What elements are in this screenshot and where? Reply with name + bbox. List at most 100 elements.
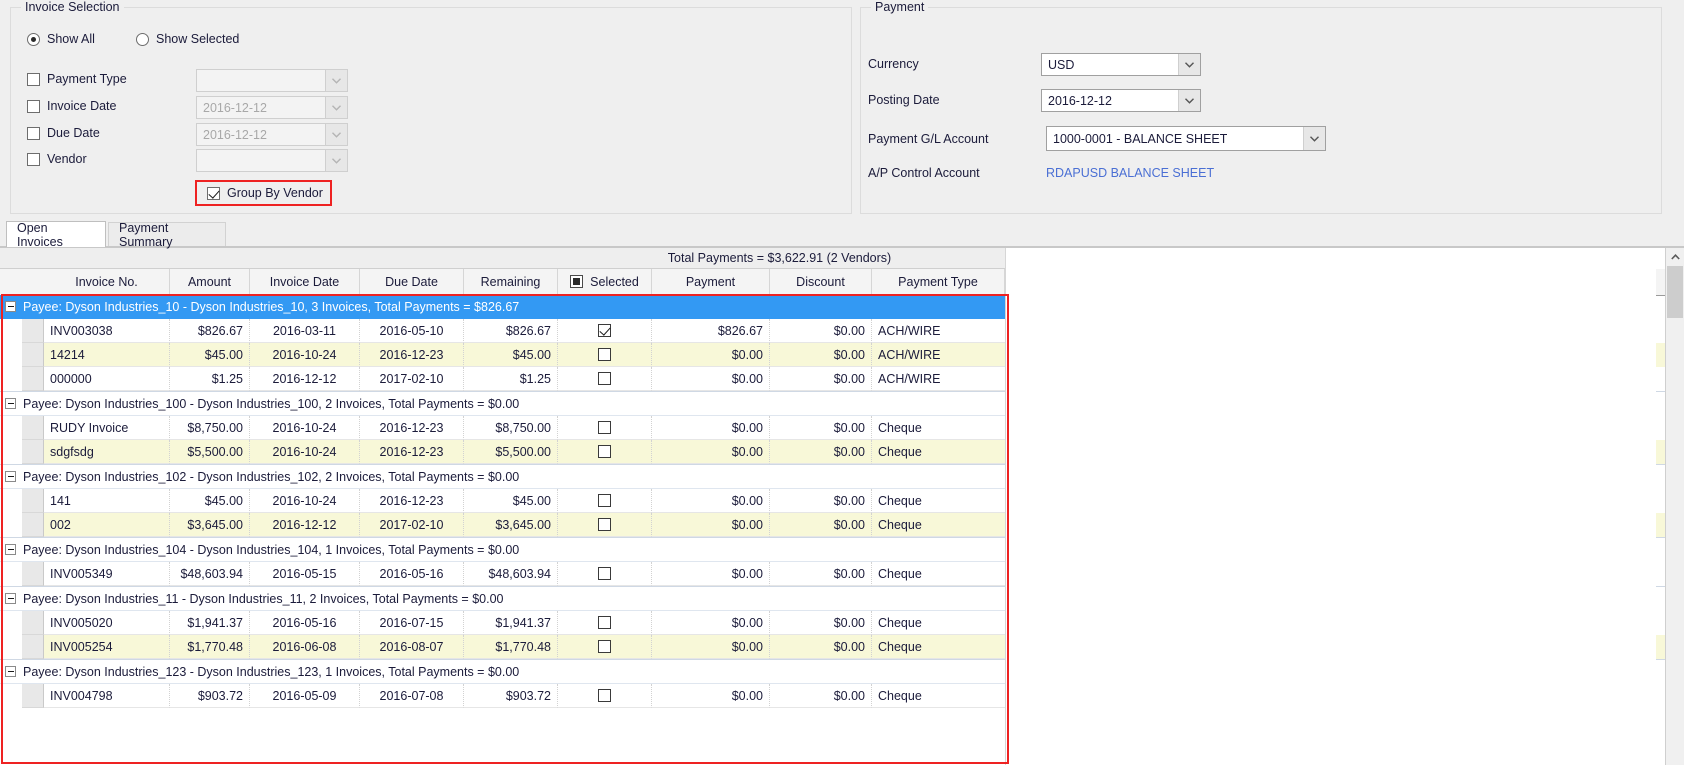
row-selected-checkbox[interactable] xyxy=(598,348,611,361)
cell-selected[interactable] xyxy=(558,319,652,343)
filter-vendor-combo[interactable] xyxy=(196,149,348,172)
group-header-row[interactable]: Payee: Dyson Industries_10 - Dyson Indus… xyxy=(0,295,1005,319)
collapse-expander-icon[interactable] xyxy=(5,471,16,482)
filter-invoice-date-combo[interactable]: 2016-12-12 xyxy=(196,96,348,119)
row-selector-header[interactable] xyxy=(22,367,44,391)
group-header-row[interactable]: Payee: Dyson Industries_102 - Dyson Indu… xyxy=(0,465,1005,489)
vertical-scrollbar[interactable] xyxy=(1665,248,1684,765)
chevron-down-icon[interactable] xyxy=(325,150,347,171)
row-selector-header[interactable] xyxy=(22,684,44,708)
filter-invoice-date-checkbox[interactable]: Invoice Date xyxy=(27,99,116,113)
cell-invoice-date: 2016-06-08 xyxy=(250,635,360,659)
collapse-expander-icon[interactable] xyxy=(5,544,16,555)
column-header-selected[interactable]: Selected xyxy=(558,269,652,294)
chevron-down-icon[interactable] xyxy=(1178,54,1200,75)
group-header-row[interactable]: Payee: Dyson Industries_100 - Dyson Indu… xyxy=(0,392,1005,416)
cell-selected[interactable] xyxy=(558,684,652,708)
column-header-label: Invoice No. xyxy=(75,274,138,289)
cell-selected[interactable] xyxy=(558,611,652,635)
cell-remaining: $45.00 xyxy=(464,343,558,367)
row-selected-checkbox[interactable] xyxy=(598,494,611,507)
scrollbar-thumb[interactable] xyxy=(1667,266,1683,318)
row-selected-checkbox[interactable] xyxy=(598,616,611,629)
row-selector-header[interactable] xyxy=(22,635,44,659)
cell-invoice-no: sdgfsdg xyxy=(44,440,170,464)
group-header-row[interactable]: Payee: Dyson Industries_104 - Dyson Indu… xyxy=(0,538,1005,562)
cell-invoice-date: 2016-05-09 xyxy=(250,684,360,708)
row-selected-checkbox[interactable] xyxy=(598,640,611,653)
row-selected-checkbox[interactable] xyxy=(598,689,611,702)
row-selector-header[interactable] xyxy=(22,513,44,537)
row-selector-header[interactable] xyxy=(22,562,44,586)
collapse-expander-icon[interactable] xyxy=(5,398,16,409)
cell-invoice-no: 002 xyxy=(44,513,170,537)
cell-due-date: 2017-02-10 xyxy=(360,367,464,391)
collapse-expander-icon[interactable] xyxy=(5,666,16,677)
group-header-row[interactable]: Payee: Dyson Industries_11 - Dyson Indus… xyxy=(0,587,1005,611)
column-header-amount[interactable]: Amount xyxy=(170,269,250,294)
filter-due-date-combo[interactable]: 2016-12-12 xyxy=(196,123,348,146)
filter-due-date-value: 2016-12-12 xyxy=(203,127,267,142)
row-selected-checkbox[interactable] xyxy=(598,567,611,580)
filter-vendor-checkbox[interactable]: Vendor xyxy=(27,152,87,166)
scroll-up-arrow-icon[interactable] xyxy=(1666,248,1684,265)
cell-selected[interactable] xyxy=(558,562,652,586)
row-selector-header[interactable] xyxy=(22,416,44,440)
row-selector-header[interactable] xyxy=(22,611,44,635)
column-header-remaining[interactable]: Remaining xyxy=(464,269,558,294)
row-selected-checkbox[interactable] xyxy=(598,518,611,531)
radio-show-all[interactable]: Show All xyxy=(27,32,95,46)
collapse-expander-icon[interactable] xyxy=(5,301,16,312)
currency-combo[interactable]: USD xyxy=(1041,53,1201,76)
cell-payment-type: Cheque xyxy=(872,684,1005,708)
posting-date-combo[interactable]: 2016-12-12 xyxy=(1041,89,1201,112)
cell-selected[interactable] xyxy=(558,489,652,513)
row-indent-gutter xyxy=(0,319,23,343)
row-selector-header[interactable] xyxy=(22,489,44,513)
column-header-discount[interactable]: Discount xyxy=(770,269,872,294)
cell-selected[interactable] xyxy=(558,367,652,391)
filter-payment-type-checkbox[interactable]: Payment Type xyxy=(27,72,127,86)
column-header-payment[interactable]: Payment xyxy=(652,269,770,294)
tab-payment-summary[interactable]: Payment Summary xyxy=(108,221,226,249)
radio-show-selected[interactable]: Show Selected xyxy=(136,32,239,46)
cell-invoice-date: 2016-05-15 xyxy=(250,562,360,586)
chevron-down-icon[interactable] xyxy=(325,70,347,91)
group-header-row[interactable]: Payee: Dyson Industries_123 - Dyson Indu… xyxy=(0,660,1005,684)
column-header-payment-type[interactable]: Payment Type xyxy=(872,269,1005,294)
row-selected-checkbox[interactable] xyxy=(598,421,611,434)
cell-selected[interactable] xyxy=(558,440,652,464)
column-header-due-date[interactable]: Due Date xyxy=(360,269,464,294)
tab-open-invoices[interactable]: Open Invoices xyxy=(6,221,106,249)
cell-selected[interactable] xyxy=(558,513,652,537)
payment-gl-account-combo[interactable]: 1000-0001 - BALANCE SHEET xyxy=(1046,126,1326,151)
row-selected-checkbox[interactable] xyxy=(598,445,611,458)
row-selected-checkbox[interactable] xyxy=(598,324,611,337)
row-selected-checkbox[interactable] xyxy=(598,372,611,385)
filter-invoice-date-label: Invoice Date xyxy=(47,99,117,113)
chevron-down-icon[interactable] xyxy=(1303,127,1325,150)
filter-invoice-date-value: 2016-12-12 xyxy=(203,100,267,115)
filter-due-date-checkbox[interactable]: Due Date xyxy=(27,126,100,140)
collapse-expander-icon[interactable] xyxy=(5,593,16,604)
row-selector-header[interactable] xyxy=(22,440,44,464)
column-header-label: Discount xyxy=(796,274,845,289)
column-header-invoice-no[interactable]: Invoice No. xyxy=(44,269,170,294)
chevron-down-icon[interactable] xyxy=(325,97,347,118)
cell-selected[interactable] xyxy=(558,635,652,659)
checkbox-icon-vendor xyxy=(27,152,40,166)
row-selector-header[interactable] xyxy=(22,343,44,367)
row-selector-header[interactable] xyxy=(22,319,44,343)
select-all-checkbox[interactable] xyxy=(570,275,584,288)
cell-selected[interactable] xyxy=(558,416,652,440)
posting-date-label: Posting Date xyxy=(868,93,940,107)
row-indent-gutter xyxy=(0,562,23,586)
group-header-label: Payee: Dyson Industries_104 - Dyson Indu… xyxy=(23,542,520,557)
chevron-down-icon[interactable] xyxy=(1178,90,1200,111)
cell-remaining: $8,750.00 xyxy=(464,416,558,440)
filter-payment-type-combo[interactable] xyxy=(196,69,348,92)
column-header-invoice-date[interactable]: Invoice Date xyxy=(250,269,360,294)
cell-selected[interactable] xyxy=(558,343,652,367)
chevron-down-icon[interactable] xyxy=(325,124,347,145)
group-by-vendor-checkbox[interactable]: Group By Vendor xyxy=(207,186,323,200)
